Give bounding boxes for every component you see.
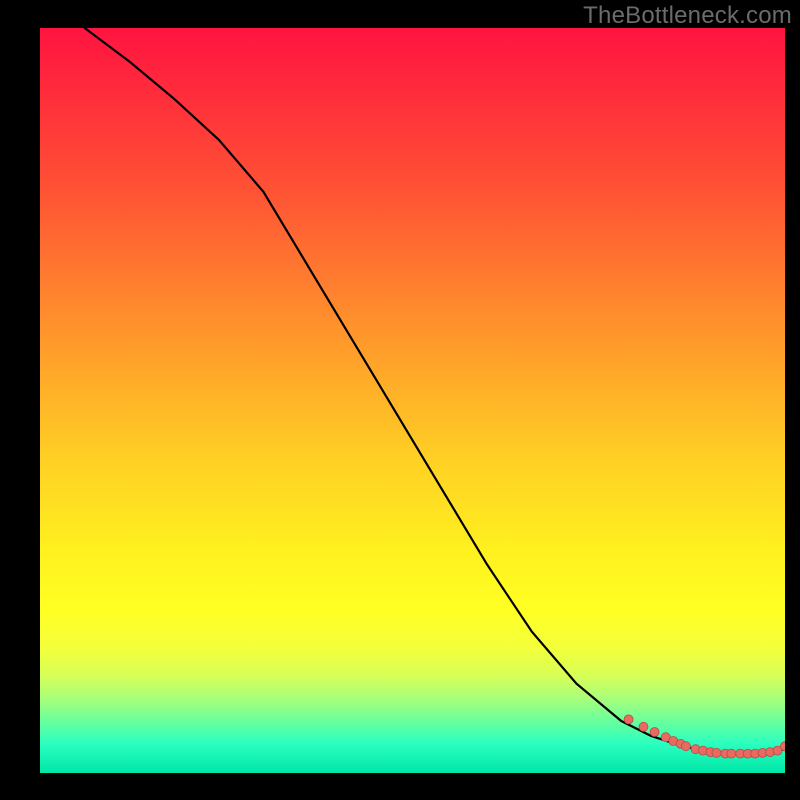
plot-area [40,28,785,773]
data-point [624,715,633,724]
data-point [727,749,736,758]
data-point [650,728,659,737]
data-point [681,742,690,751]
watermark-text: TheBottleneck.com [583,2,792,30]
data-point [639,722,648,731]
chart-frame: TheBottleneck.com [0,0,800,800]
chart-overlay [40,28,785,773]
data-point [712,748,721,757]
curve-line [85,28,785,754]
scatter-dots [624,715,785,758]
